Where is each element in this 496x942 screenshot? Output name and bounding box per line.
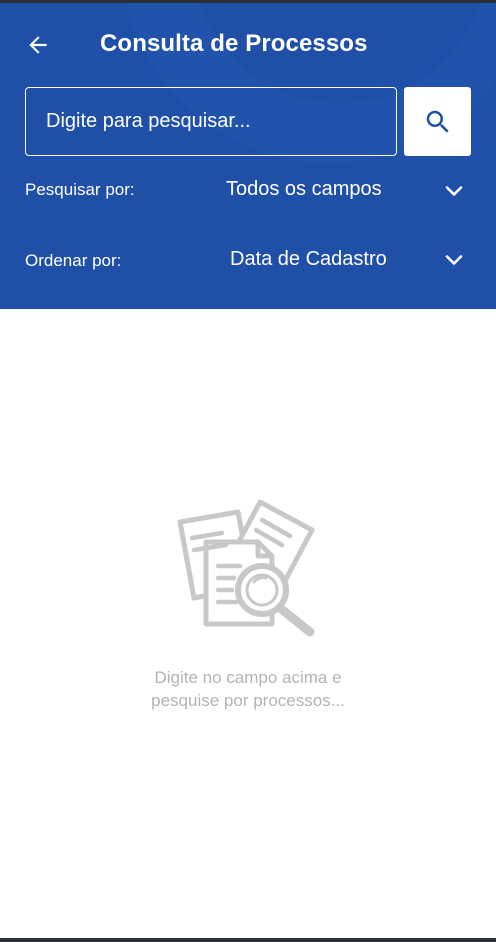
app-header: Consulta de Processos Pesquisar por: Tod… [0,3,496,309]
order-by-dropdown[interactable] [442,248,466,272]
order-by-select[interactable]: Data de Cadastro [230,248,387,271]
search-input[interactable] [25,87,397,156]
search-by-dropdown[interactable] [442,179,466,203]
search-by-label: Pesquisar por: [25,180,135,199]
order-by-label: Ordenar por: [25,251,122,270]
chevron-down-icon [445,255,463,265]
documents-search-icon [177,499,315,637]
chevron-down-icon [445,186,463,196]
back-button[interactable] [20,27,56,63]
empty-state-line: pesquise por processos... [151,691,345,710]
empty-state-illustration [170,494,330,644]
empty-state-message: Digite no campo acima e pesquise por pro… [0,666,496,712]
search-by-select[interactable]: Todos os campos [226,178,382,201]
navigation-bar-strip [0,938,496,942]
arrow-left-icon [29,36,47,54]
empty-state-line: Digite no campo acima e [154,668,342,687]
search-icon [426,110,449,133]
search-button[interactable] [404,87,471,156]
page-title: Consulta de Processos [100,30,368,57]
